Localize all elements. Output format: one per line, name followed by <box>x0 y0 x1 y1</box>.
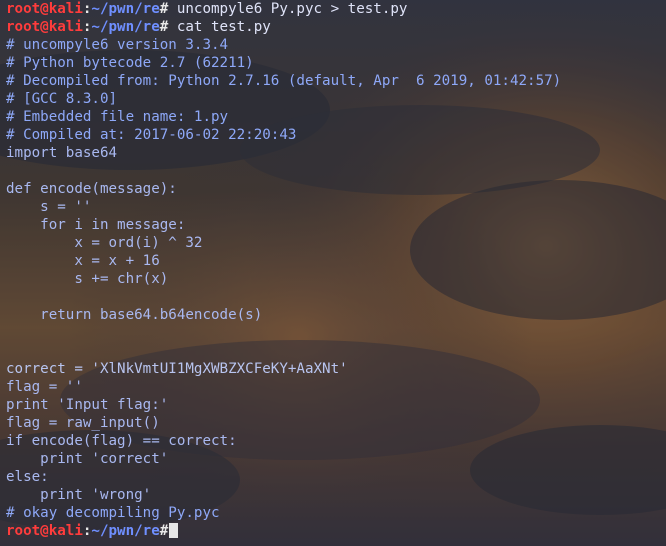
output-line: for i in message: <box>6 217 186 233</box>
output-line: # Python bytecode 2.7 (62211) <box>6 55 254 71</box>
prompt-user-host: root@kali <box>6 1 83 17</box>
output-line: s += chr(x) <box>6 271 169 287</box>
prompt-symbol: # <box>159 523 169 539</box>
output-line: # Embedded file name: 1.py <box>6 109 229 125</box>
prompt-line-active[interactable]: root@kali:~/pwn/re# <box>6 522 666 540</box>
output-line: x = ord(i) ^ 32 <box>6 235 203 251</box>
output-line: def encode(message): <box>6 181 177 197</box>
prompt-line: root@kali:~/pwn/re# uncompyle6 Py.pyc > … <box>6 0 666 18</box>
command-text: cat test.py <box>168 19 271 35</box>
prompt-path: ~/pwn/re <box>91 1 160 17</box>
output-line: # Compiled at: 2017-06-02 22:20:43 <box>6 127 297 143</box>
output-line: else: <box>6 469 49 485</box>
terminal-window[interactable]: root@kali:~/pwn/re# uncompyle6 Py.pyc > … <box>0 0 666 546</box>
output-line: flag = '' <box>6 379 83 395</box>
prompt-user-host: root@kali <box>6 523 83 539</box>
prompt-path: ~/pwn/re <box>91 523 160 539</box>
output-line: # [GCC 8.3.0] <box>6 91 118 107</box>
prompt-user-host: root@kali <box>6 19 83 35</box>
prompt-path: ~/pwn/re <box>91 19 160 35</box>
output-line: # okay decompiling Py.pyc <box>6 505 220 521</box>
output-line: if encode(flag) == correct: <box>6 433 237 449</box>
output-line: return base64.b64encode(s) <box>6 307 263 323</box>
output-line: print 'Input flag:' <box>6 397 169 413</box>
output-line: x = x + 16 <box>6 253 160 269</box>
text-cursor <box>169 523 179 538</box>
output-line: print 'correct' <box>6 451 169 467</box>
output-line: flag = raw_input() <box>6 415 160 431</box>
output-line: correct = 'XlNkVmtUI1MgXWBZXCFeKY+AaXNt' <box>6 361 348 377</box>
prompt-line: root@kali:~/pwn/re# cat test.py <box>6 18 666 36</box>
output-line: import base64 <box>6 145 118 161</box>
output-line: print 'wrong' <box>6 487 152 503</box>
command-text: uncompyle6 Py.pyc > test.py <box>168 1 408 17</box>
output-line: # uncompyle6 version 3.3.4 <box>6 37 229 53</box>
output-line: # Decompiled from: Python 2.7.16 (defaul… <box>6 73 562 89</box>
output-line: s = '' <box>6 199 92 215</box>
